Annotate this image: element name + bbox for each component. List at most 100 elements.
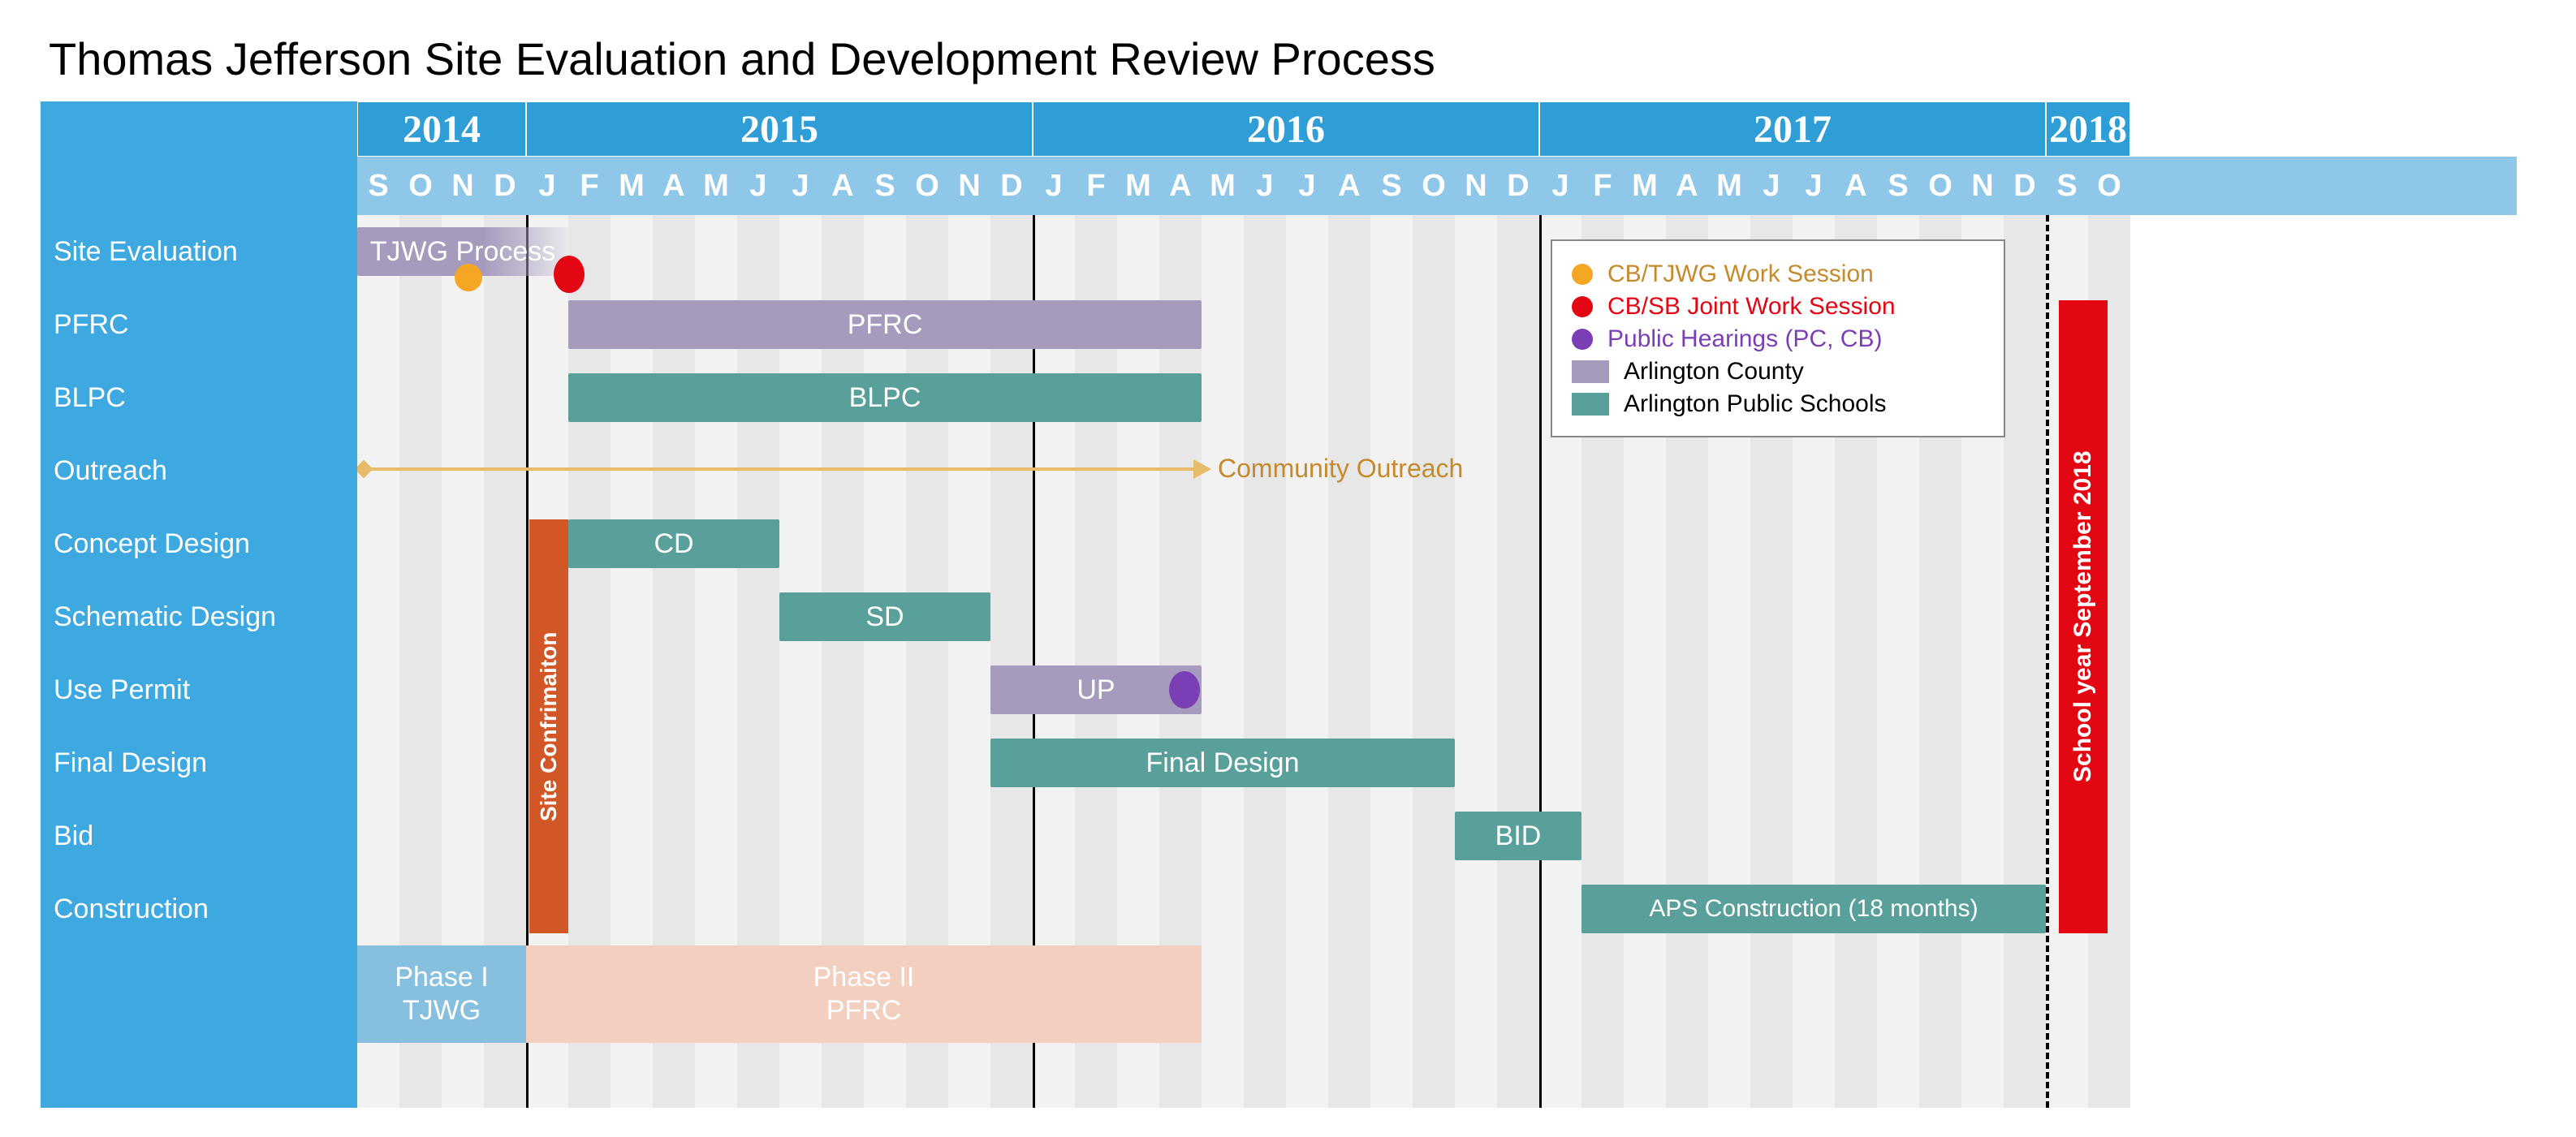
row-label: Final Design [41,726,357,799]
month-header-cell: J [737,157,779,215]
bar-construction: APS Construction (18 months) [1581,885,2046,933]
site-confirmation-block: Site Confrimaiton [529,519,568,933]
month-header-cell: F [1075,157,1117,215]
milestone-dot-orange [455,264,482,291]
year-cell: 2015 [526,101,1033,157]
month-header-cell: D [2004,157,2046,215]
month-header-cell: D [1497,157,1539,215]
legend-swatch-dot [1572,296,1593,317]
phase-label: Phase I [395,961,488,994]
phase-sublabel: PFRC [826,994,902,1027]
year-cell: 2018 [2046,101,2130,157]
month-header-cell: F [568,157,611,215]
row-label: Bid [41,799,357,872]
header-spacer [41,101,357,215]
phase-sublabel: TJWG [403,994,481,1027]
year-divider [1539,215,1542,1108]
month-header-cell: A [822,157,864,215]
legend-text: CB/SB Joint Work Session [1607,293,1896,321]
month-header-cell: N [1455,157,1497,215]
legend-item: Arlington Public Schools [1572,390,1984,418]
month-header-cell: J [779,157,822,215]
month-header-cell: O [399,157,442,215]
dashed-target-line [2046,215,2049,1108]
phase-1-block: Phase I TJWG [357,945,526,1043]
legend-swatch-box [1572,393,1609,416]
row-label: Use Permit [41,653,357,726]
legend-item: Arlington County [1572,358,1984,385]
row-label: Schematic Design [41,580,357,653]
month-header-cell: S [357,157,399,215]
bar-pfrc: PFRC [568,300,1202,349]
school-year-block: School year September 2018 [2059,300,2108,933]
year-cell: 2014 [357,101,526,157]
outreach-arrowhead-icon [1193,459,1211,479]
month-header-cell: J [1793,157,1835,215]
row-label: PFRC [41,288,357,361]
month-header-cell: A [653,157,695,215]
month-header-cell: A [1666,157,1708,215]
month-header-cell: M [695,157,737,215]
month-header-cell: O [2088,157,2130,215]
legend-text: Public Hearings (PC, CB) [1607,325,1882,353]
outreach-arrow-line [365,467,1193,471]
legend-swatch-box [1572,360,1609,383]
gantt-chart-page: Thomas Jefferson Site Evaluation and Dev… [0,0,2576,1137]
phase-2-block: Phase II PFRC [526,945,1202,1043]
month-header-cell: A [1835,157,1877,215]
month-header-cell: A [1328,157,1370,215]
bar-cd: CD [568,519,779,568]
month-header-cell: M [1624,157,1666,215]
bar-final-design: Final Design [990,739,1455,787]
year-cell: 2016 [1033,101,1539,157]
row-label: Site Evaluation [41,215,357,288]
month-header-cell: S [2046,157,2088,215]
row-label: Outreach [41,434,357,507]
milestone-dot-red [554,256,585,293]
row-label: BLPC [41,361,357,434]
month-header-cell: M [1708,157,1750,215]
month-header-cell: D [990,157,1033,215]
year-header: 2014 2015 2016 2017 2018 [357,101,2517,157]
month-header-cell: J [1750,157,1793,215]
month-header-cell: S [1370,157,1413,215]
month-header-cell: O [906,157,948,215]
month-header-cell: N [442,157,484,215]
legend-text: Arlington County [1624,358,1804,385]
month-header-cell: D [484,157,526,215]
month-header-cell: N [1961,157,2004,215]
month-header-cell: J [1033,157,1075,215]
gantt-lanes: TJWG Process PFRC BLPC Community Outreac… [357,215,2517,1108]
month-header-cell: J [1286,157,1328,215]
month-header-cell: F [1581,157,1624,215]
year-cell: 2017 [1539,101,2046,157]
milestone-dot-purple [1169,671,1200,708]
month-header-cell: O [1413,157,1455,215]
bar-sd: SD [779,592,990,641]
month-header-cell: M [1202,157,1244,215]
bar-blpc: BLPC [568,373,1202,422]
outreach-label: Community Outreach [1218,454,1463,484]
gantt-panel: Site Evaluation PFRC BLPC Outreach Conce… [41,101,2517,1108]
row-labels-pad [41,945,357,1108]
timeline-grid: 2014 2015 2016 2017 2018 SONDJFMAMJJASON… [357,101,2517,1108]
legend-box: CB/TJWG Work Session CB/SB Joint Work Se… [1551,239,2005,437]
phase-label: Phase II [813,961,915,994]
month-header-cell: A [1159,157,1202,215]
page-title: Thomas Jefferson Site Evaluation and Dev… [49,32,2535,85]
row-label: Concept Design [41,507,357,580]
row-label: Construction [41,872,357,945]
month-header-cell: N [948,157,990,215]
month-header-cell: S [864,157,906,215]
month-header-cell: J [1539,157,1581,215]
legend-item: Public Hearings (PC, CB) [1572,325,1984,353]
legend-text: CB/TJWG Work Session [1607,261,1874,288]
legend-swatch-dot [1572,264,1593,285]
month-header-cell: S [1877,157,1919,215]
month-header-cell: J [526,157,568,215]
month-header-cell: O [1919,157,1961,215]
bar-bid: BID [1455,812,1581,860]
month-header-cell: M [1117,157,1159,215]
month-header-cell: J [1244,157,1286,215]
legend-item: CB/TJWG Work Session [1572,261,1984,288]
